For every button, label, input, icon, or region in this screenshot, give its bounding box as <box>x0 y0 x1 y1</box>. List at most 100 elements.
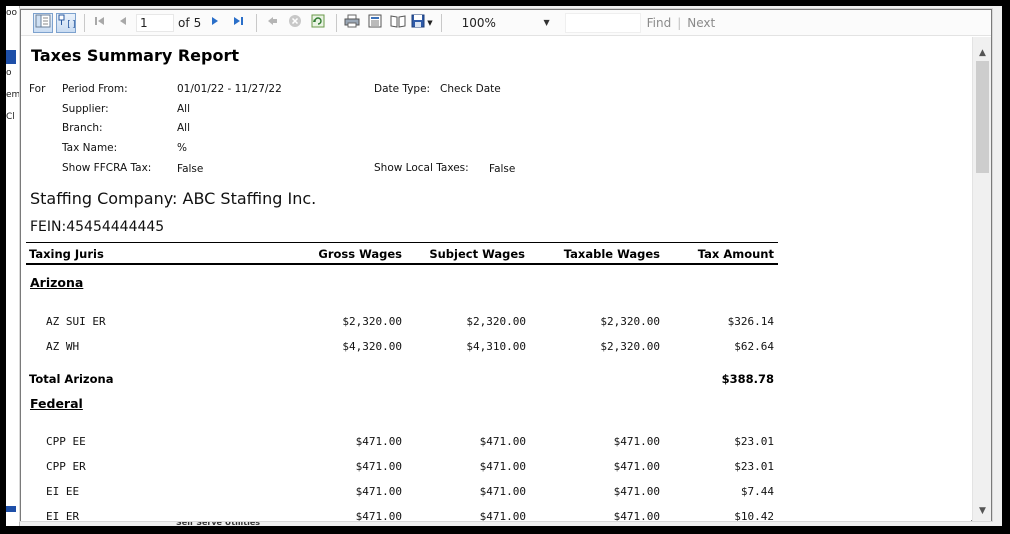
table-row: AZ WH $4,320.00 $4,310.00 $2,320.00 $62.… <box>26 340 778 354</box>
date-type-value: Check Date <box>440 83 501 95</box>
toolbar-separator <box>336 13 338 32</box>
document-map-button[interactable] <box>33 12 53 33</box>
scroll-up-icon[interactable]: ▲ <box>973 45 992 61</box>
find-next-link[interactable]: Next <box>687 16 715 30</box>
cell-subject-wages: $4,310.00 <box>466 340 526 353</box>
toolbar-separator <box>256 13 258 32</box>
column-header-taxing-juris: Taxing Juris <box>29 247 104 261</box>
table-row: EI ER $471.00 $471.00 $471.00 $10.42 <box>26 510 778 521</box>
cell-taxing-juris: EI ER <box>46 510 80 521</box>
show-local-label: Show Local Taxes: <box>374 162 469 174</box>
cell-subject-wages: $2,320.00 <box>466 315 526 328</box>
taxes-table: Taxing Juris Gross Wages Subject Wages T… <box>26 242 778 521</box>
report-toolbar: [] of 5 <box>21 10 991 36</box>
supplier-label: Supplier: <box>62 103 109 115</box>
report-viewer-window: [] of 5 <box>20 9 992 521</box>
cell-tax-amount: $326.14 <box>727 315 774 328</box>
print-button[interactable] <box>342 13 362 33</box>
table-row: EI EE $471.00 $471.00 $471.00 $7.44 <box>26 485 778 499</box>
background-text-fragment: o <box>6 68 12 78</box>
background-text-fragment: em <box>6 90 21 100</box>
printer-icon <box>344 14 360 31</box>
cell-taxable-wages: $471.00 <box>613 510 660 521</box>
first-page-button[interactable] <box>90 13 110 33</box>
period-from-label: Period From: <box>62 83 128 95</box>
staffing-company-label: Staffing Company: ABC Staffing Inc. <box>30 189 317 208</box>
vertical-scrollbar[interactable]: ▲ ▼ <box>972 37 991 521</box>
current-page-input[interactable] <box>136 13 174 32</box>
background-text-fragment: oo <box>6 8 18 18</box>
cell-gross-wages: $471.00 <box>355 435 402 448</box>
save-disk-icon <box>411 14 425 31</box>
cell-gross-wages: $471.00 <box>355 510 402 521</box>
cell-gross-wages: $471.00 <box>355 460 402 473</box>
document-map-icon <box>35 14 51 31</box>
zoom-value: 100% <box>461 15 496 30</box>
stop-button[interactable] <box>285 13 305 33</box>
cell-subject-wages: $471.00 <box>479 460 526 473</box>
scroll-down-icon[interactable]: ▼ <box>973 503 992 519</box>
column-header-subject-wages: Subject Wages <box>429 247 525 261</box>
cell-taxing-juris: AZ WH <box>46 340 80 353</box>
zoom-select[interactable]: 100% ▼ <box>447 13 555 33</box>
chevron-down-icon: ▼ <box>543 18 550 27</box>
cell-subject-wages: $471.00 <box>479 435 526 448</box>
dropdown-arrow-icon: ▼ <box>427 18 433 27</box>
report-title: Taxes Summary Report <box>31 46 240 65</box>
find-link[interactable]: Find <box>647 16 672 30</box>
print-layout-button[interactable] <box>365 13 385 33</box>
background-text-fragment: Cl <box>6 112 15 122</box>
print-layout-icon <box>368 14 382 31</box>
cell-gross-wages: $471.00 <box>355 485 402 498</box>
show-ffcra-label: Show FFCRA Tax: <box>62 162 152 174</box>
first-page-icon <box>94 15 106 30</box>
date-type-label: Date Type: <box>374 83 431 95</box>
back-to-parent-button[interactable] <box>262 13 282 33</box>
refresh-button[interactable] <box>308 13 328 33</box>
next-page-icon <box>210 15 220 30</box>
last-page-button[interactable] <box>228 13 248 33</box>
cell-taxable-wages: $471.00 <box>613 485 660 498</box>
table-row: CPP ER $471.00 $471.00 $471.00 $23.01 <box>26 460 778 474</box>
cell-tax-amount: $7.44 <box>740 485 774 498</box>
cell-tax-amount: $62.64 <box>734 340 774 353</box>
table-row: AZ SUI ER $2,320.00 $2,320.00 $2,320.00 … <box>26 315 778 329</box>
for-label: For <box>29 83 46 95</box>
cell-taxing-juris: CPP ER <box>46 460 86 473</box>
background-sidebar-strip: oo o em Cl <box>6 6 20 526</box>
stop-icon <box>288 14 302 31</box>
column-header-tax-amount: Tax Amount <box>697 247 774 261</box>
group-heading-arizona: Arizona <box>30 275 84 290</box>
cell-subject-wages: $471.00 <box>479 485 526 498</box>
last-page-icon <box>232 15 244 30</box>
cell-tax-amount: $23.01 <box>734 435 774 448</box>
cell-taxing-juris: EI EE <box>46 485 80 498</box>
scrollbar-thumb[interactable] <box>976 61 989 173</box>
page-setup-button[interactable] <box>388 13 408 33</box>
cell-tax-amount: $23.01 <box>734 460 774 473</box>
show-ffcra-value: False <box>177 163 204 175</box>
previous-page-button[interactable] <box>113 13 133 33</box>
tax-name-label: Tax Name: <box>62 142 118 154</box>
column-header-gross-wages: Gross Wages <box>318 247 402 261</box>
cell-taxable-wages: $2,320.00 <box>600 340 660 353</box>
total-arizona-amount: $388.78 <box>721 372 774 386</box>
toolbar-separator <box>84 13 85 32</box>
toolbar-separator <box>440 13 442 32</box>
cell-tax-amount: $10.42 <box>734 510 774 521</box>
table-header: Taxing Juris Gross Wages Subject Wages T… <box>26 242 778 265</box>
column-header-taxable-wages: Taxable Wages <box>563 247 660 261</box>
tax-name-value: % <box>177 142 187 154</box>
export-button[interactable]: ▼ <box>411 13 433 33</box>
back-arrow-icon <box>266 15 278 30</box>
next-page-button[interactable] <box>205 13 225 33</box>
parameters-icon: [] <box>57 14 77 31</box>
cell-subject-wages: $471.00 <box>479 510 526 521</box>
parameters-button[interactable]: [] <box>56 12 77 33</box>
cell-taxable-wages: $471.00 <box>613 435 660 448</box>
cell-taxing-juris: AZ SUI ER <box>46 315 106 328</box>
background-selection-highlight <box>6 50 16 64</box>
find-separator: | <box>677 15 682 30</box>
find-text-input[interactable] <box>564 12 641 33</box>
previous-page-icon <box>118 15 128 30</box>
